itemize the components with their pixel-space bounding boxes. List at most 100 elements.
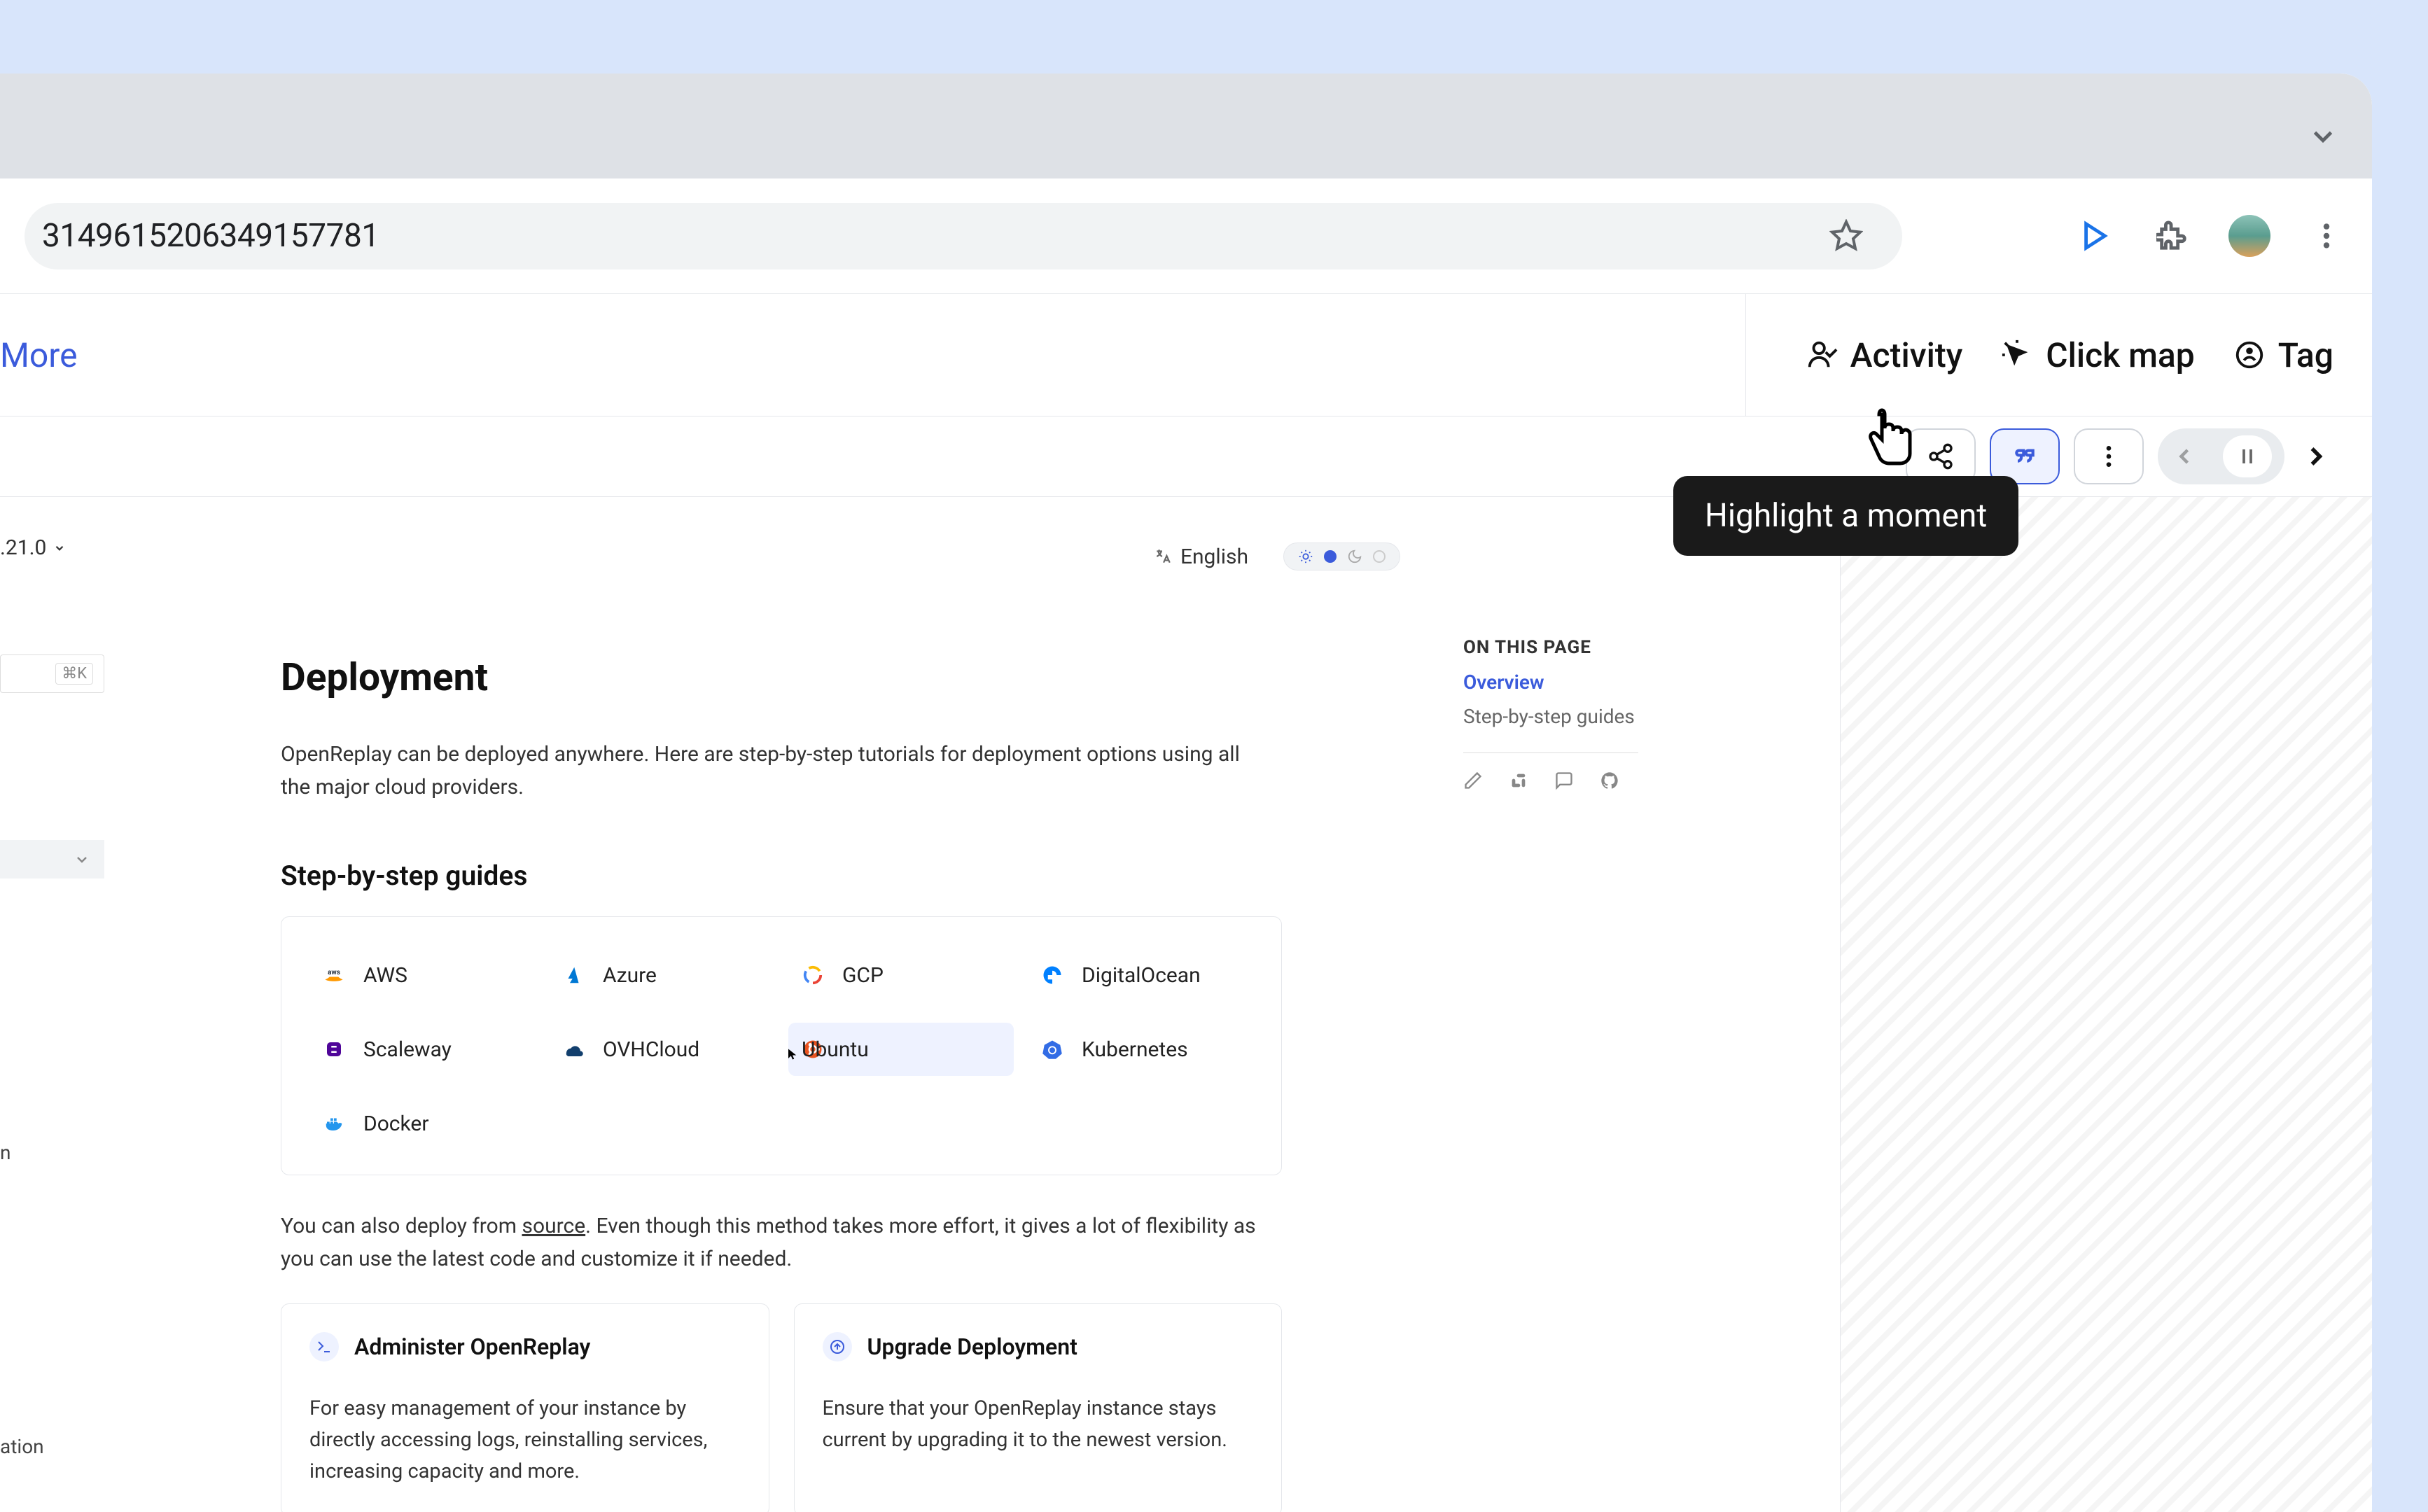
translate-icon bbox=[1154, 547, 1172, 566]
language-selector[interactable]: English bbox=[1154, 545, 1248, 569]
cursor-pointer-icon bbox=[1859, 406, 1922, 476]
chevron-down-icon bbox=[53, 542, 66, 554]
azure-icon bbox=[559, 961, 587, 989]
moon-icon bbox=[1347, 549, 1362, 564]
source-paragraph: You can also deploy from source. Even th… bbox=[281, 1210, 1275, 1275]
chevron-right-icon bbox=[2301, 441, 2331, 472]
sidebar-item-active[interactable] bbox=[0, 840, 104, 878]
guide-item-docker[interactable]: Docker bbox=[309, 1097, 535, 1150]
puzzle-icon bbox=[2156, 220, 2189, 252]
upgrade-card[interactable]: Upgrade Deployment Ensure that your Open… bbox=[794, 1303, 1283, 1512]
share-icon bbox=[1927, 442, 1955, 470]
administer-card[interactable]: Administer OpenReplay For easy managemen… bbox=[281, 1303, 769, 1512]
pause-button[interactable] bbox=[2223, 435, 2272, 477]
tag-label: Tag bbox=[2278, 335, 2333, 375]
guide-item-scaleway[interactable]: Scaleway bbox=[309, 1023, 535, 1076]
chrome-menu-button[interactable] bbox=[2305, 215, 2347, 257]
quote-icon bbox=[2011, 442, 2039, 470]
source-link[interactable]: source bbox=[522, 1214, 586, 1238]
doc-topbar: English bbox=[105, 536, 1414, 578]
sidebar-item-partial-text[interactable]: ation bbox=[0, 1435, 44, 1458]
clickmap-button[interactable]: Click map bbox=[2001, 335, 2194, 375]
guide-label: DigitalOcean bbox=[1082, 963, 1201, 988]
play-extension-button[interactable] bbox=[2074, 215, 2116, 257]
chrome-tab-strip bbox=[0, 74, 2372, 178]
activity-label: Activity bbox=[1850, 335, 1963, 375]
guide-item-gcp[interactable]: GCP bbox=[788, 948, 1014, 1002]
address-field[interactable]: 3149615206349157781 bbox=[25, 203, 1902, 270]
tag-icon bbox=[2233, 339, 2266, 371]
version-selector[interactable]: .21.0 bbox=[0, 536, 104, 560]
tag-button[interactable]: Tag bbox=[2233, 335, 2333, 375]
guide-item-aws[interactable]: aws AWS bbox=[309, 948, 535, 1002]
prev-button[interactable] bbox=[2170, 442, 2198, 470]
profile-avatar[interactable] bbox=[2228, 215, 2270, 257]
guide-label: Kubernetes bbox=[1082, 1037, 1188, 1062]
aws-icon: aws bbox=[320, 961, 348, 989]
guide-item-azure[interactable]: Azure bbox=[549, 948, 774, 1002]
doc-main: English Deployment OpenReplay can be dep… bbox=[105, 497, 1414, 1512]
app-header: More Activity Click map Tag bbox=[0, 294, 2372, 416]
guide-label: Docker bbox=[363, 1112, 429, 1136]
slack-button[interactable] bbox=[1509, 771, 1530, 792]
guide-label: AWS bbox=[363, 963, 407, 988]
aside-link-overview[interactable]: Overview bbox=[1463, 671, 1638, 694]
activity-button[interactable]: Activity bbox=[1806, 335, 1963, 375]
scaleway-icon bbox=[320, 1035, 348, 1063]
info-cards-row: Administer OpenReplay For easy managemen… bbox=[281, 1303, 1282, 1512]
guides-heading: Step-by-step guides bbox=[281, 860, 1372, 892]
guide-label: Azure bbox=[603, 963, 657, 988]
cursor-click-icon bbox=[2001, 339, 2033, 371]
guide-item-digitalocean[interactable]: DigitalOcean bbox=[1028, 948, 1253, 1002]
chevron-down-icon bbox=[74, 851, 90, 868]
guides-box: aws AWS Azure GCP DigitalOcean Scaleway OVHClo… bbox=[281, 916, 1282, 1175]
administer-title: Administer OpenReplay bbox=[354, 1334, 590, 1360]
collapse-button[interactable] bbox=[2295, 108, 2351, 164]
guide-item-kubernetes[interactable]: Kubernetes bbox=[1028, 1023, 1253, 1076]
guide-label: Scaleway bbox=[363, 1037, 452, 1062]
aside-divider bbox=[1463, 752, 1638, 753]
upgrade-body: Ensure that your OpenReplay instance sta… bbox=[823, 1393, 1254, 1456]
doc-content: Deployment OpenReplay can be deployed an… bbox=[280, 654, 1372, 1512]
digitalocean-icon bbox=[1038, 961, 1066, 989]
docker-icon bbox=[320, 1110, 348, 1138]
theme-toggle[interactable] bbox=[1283, 542, 1400, 570]
version-label: .21.0 bbox=[0, 536, 46, 560]
kubernetes-icon bbox=[1038, 1035, 1066, 1063]
upgrade-title: Upgrade Deployment bbox=[867, 1334, 1077, 1360]
guide-item-ovhcloud[interactable]: OVHCloud bbox=[549, 1023, 774, 1076]
address-text: 3149615206349157781 bbox=[42, 217, 379, 255]
bookmark-button[interactable] bbox=[1825, 215, 1867, 257]
kebab-icon bbox=[2310, 220, 2343, 252]
gcp-icon bbox=[799, 961, 827, 989]
svg-text:aws: aws bbox=[328, 969, 340, 976]
aside-link-guides[interactable]: Step-by-step guides bbox=[1463, 705, 1638, 728]
sidebar-item-partial-text[interactable]: n bbox=[0, 1141, 11, 1164]
playback-nav bbox=[2158, 428, 2284, 484]
extensions-button[interactable] bbox=[2151, 215, 2193, 257]
chrome-address-bar: 3149615206349157781 bbox=[0, 178, 2372, 294]
comment-icon bbox=[1554, 771, 1574, 790]
search-shortcut: ⌘K bbox=[55, 663, 93, 685]
intro-paragraph: OpenReplay can be deployed anywhere. Her… bbox=[281, 738, 1247, 804]
pencil-icon bbox=[1463, 771, 1483, 790]
guide-label: OVHCloud bbox=[603, 1037, 699, 1062]
pause-icon bbox=[2237, 446, 2258, 467]
guide-item-ubuntu[interactable]: Ubuntu bbox=[788, 1023, 1014, 1076]
github-icon bbox=[1600, 771, 1619, 790]
language-label: English bbox=[1180, 545, 1248, 569]
more-options-button[interactable] bbox=[2074, 428, 2144, 484]
theme-dot-active bbox=[1324, 550, 1337, 563]
chevron-down-icon bbox=[2307, 120, 2339, 153]
search-box[interactable]: ⌘K bbox=[0, 654, 104, 693]
page-title: Deployment bbox=[281, 655, 1372, 700]
slack-icon bbox=[1509, 771, 1528, 790]
chrome-toolbar-icons bbox=[2074, 215, 2347, 257]
more-link[interactable]: More bbox=[0, 335, 78, 375]
chevron-left-icon bbox=[2172, 444, 2197, 469]
feedback-button[interactable] bbox=[1554, 771, 1575, 792]
github-button[interactable] bbox=[1600, 771, 1621, 792]
doc-sidebar-partial: .21.0 ⌘K n ation bbox=[0, 497, 105, 1512]
next-button[interactable] bbox=[2298, 428, 2333, 484]
edit-page-button[interactable] bbox=[1463, 771, 1484, 792]
